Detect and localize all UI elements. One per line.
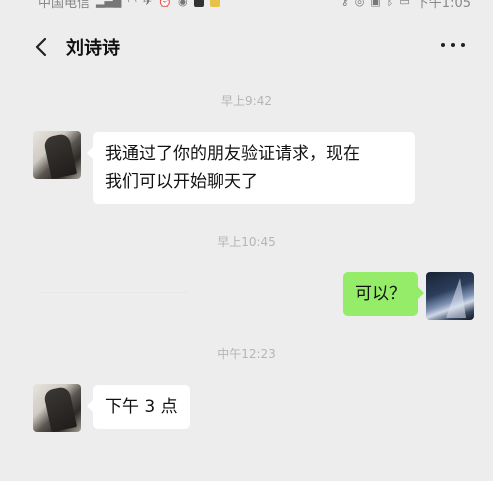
nfc-icon: ▣ xyxy=(370,0,381,8)
app-badge-icon xyxy=(209,0,220,7)
timestamp: 早上10:45 xyxy=(217,235,276,249)
message-list[interactable]: 早上9:42 我通过了你的朋友验证请求，现在 我们可以开始聊天了 早上10:45… xyxy=(0,68,493,481)
self-avatar[interactable] xyxy=(426,272,474,320)
message-line: 我们可以开始聊天了 xyxy=(105,172,258,192)
bluetooth-icon: ᛒ xyxy=(386,0,394,8)
more-horizontal-icon[interactable] xyxy=(441,35,465,55)
timestamp: 早上9:42 xyxy=(221,94,272,108)
status-bar: 中国电信 ▂▄▆ ◠ ✈ ⏰ ◉ ⚷ ◎ ▣ ᛒ ▭ 下午1:05 xyxy=(0,0,493,12)
message-bubble-incoming[interactable]: 下午 3 点 xyxy=(87,385,190,429)
chevron-left-icon[interactable] xyxy=(34,37,48,57)
message-line: 我通过了你的朋友验证请求，现在 xyxy=(105,144,360,164)
signal-icon: ▂▄▆ xyxy=(96,0,122,8)
background-artifact xyxy=(38,292,188,352)
wifi-icon: ◠ xyxy=(127,0,138,8)
battery-icon: ▭ xyxy=(399,0,410,8)
message-text: 可以？ xyxy=(355,284,406,304)
chat-title: 刘诗诗 xyxy=(66,38,120,59)
status-right: ⚷ ◎ ▣ ᛒ ▭ 下午1:05 xyxy=(341,0,471,11)
message-text: 下午 3 点 xyxy=(105,397,178,417)
app-icon: ◉ xyxy=(177,0,188,8)
notification-icon: ✈ xyxy=(143,0,153,8)
status-left: 中国电信 ▂▄▆ ◠ ✈ ⏰ ◉ xyxy=(38,0,220,11)
message-bubble-outgoing[interactable]: 可以？ xyxy=(343,272,424,316)
clock-label: 下午1:05 xyxy=(415,0,471,11)
carrier-label: 中国电信 xyxy=(38,0,91,11)
key-icon: ⚷ xyxy=(340,0,349,8)
message-bubble-incoming[interactable]: 我通过了你的朋友验证请求，现在 我们可以开始聊天了 xyxy=(87,132,415,204)
timestamp: 中午12:23 xyxy=(217,347,276,361)
friend-avatar[interactable] xyxy=(33,384,81,432)
friend-avatar[interactable] xyxy=(33,131,81,179)
tiktok-icon xyxy=(193,0,204,7)
eye-icon: ◎ xyxy=(354,0,365,8)
alarm-icon: ⏰ xyxy=(158,0,172,8)
chat-header: 刘诗诗 xyxy=(0,24,493,68)
